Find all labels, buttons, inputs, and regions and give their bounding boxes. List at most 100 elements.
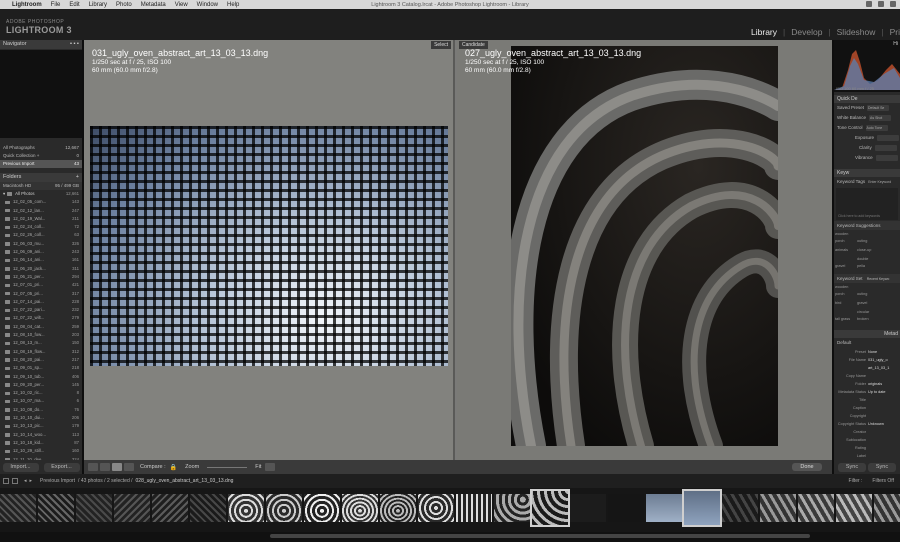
filmstrip-thumbnail[interactable] xyxy=(380,494,416,522)
metadata-value[interactable] xyxy=(868,372,900,380)
folder-item[interactable]: 12_10_08_do... 76 xyxy=(0,406,82,414)
folder-item[interactable]: 12_07_01_pri... 421 xyxy=(0,281,82,289)
filmstrip-thumbnail[interactable] xyxy=(570,494,606,522)
filmstrip-thumbnail[interactable] xyxy=(456,494,492,522)
metadata-value[interactable] xyxy=(868,404,900,412)
filmstrip-thumbnail[interactable] xyxy=(608,494,644,522)
metadata-row[interactable]: Copy Name xyxy=(834,372,900,380)
status-icon[interactable] xyxy=(866,1,872,7)
metadata-view-select[interactable]: Default xyxy=(837,338,851,348)
metadata-value[interactable] xyxy=(868,428,900,436)
folder-item[interactable]: 12_09_10_tub... 406 xyxy=(0,373,82,381)
metadata-value[interactable]: art_13_03_1 xyxy=(868,364,900,372)
metadata-row[interactable]: Title xyxy=(834,396,900,404)
filmstrip-thumbnail[interactable] xyxy=(798,494,834,522)
keyword-suggestion[interactable]: animals xyxy=(835,247,855,254)
module-slideshow[interactable]: Slideshow xyxy=(837,27,876,37)
keyword-entry-box[interactable]: Click here to add keywords xyxy=(836,188,898,220)
metadata-value[interactable]: Up to date xyxy=(868,388,900,396)
status-icon[interactable] xyxy=(890,1,896,7)
filmstrip-thumbnail[interactable] xyxy=(722,494,758,522)
filmstrip-thumbnail[interactable] xyxy=(152,494,188,522)
folder-item[interactable]: 12_10_10_dui... 206 xyxy=(0,414,82,422)
folders-header[interactable]: Folders + xyxy=(0,173,82,182)
compare-view-button[interactable] xyxy=(112,463,122,471)
grid-icon[interactable] xyxy=(12,478,18,484)
navigator-preview[interactable] xyxy=(0,50,82,138)
preset-row[interactable]: Preset None xyxy=(834,348,900,356)
keyword-suggestion[interactable]: wooden porch xyxy=(835,231,855,243)
keyword-suggestion[interactable]: gravel xyxy=(835,263,855,270)
module-library[interactable]: Library xyxy=(751,27,777,37)
folder-item[interactable]: 12_07_22_pari... 232 xyxy=(0,306,82,314)
metadata-value[interactable]: Unknown xyxy=(868,420,900,428)
filmstrip-thumbnail[interactable] xyxy=(682,489,722,527)
export-button[interactable]: Export... xyxy=(43,462,80,472)
folder-item[interactable]: 12_02_26_coll... 63 xyxy=(0,231,82,239)
catalog-all-photographs[interactable]: All Photographs 12,667 xyxy=(0,144,82,152)
folder-item[interactable]: 12_06_14_ani... 161 xyxy=(0,256,82,264)
folder-item[interactable]: 12_08_19_flow... 312 xyxy=(0,348,82,356)
metadata-row[interactable]: Copyright xyxy=(834,412,900,420)
metadata-row[interactable]: Copyright Status Unknown xyxy=(834,420,900,428)
folder-item[interactable]: 12_10_14_woo... 113 xyxy=(0,431,82,439)
white-balance-row[interactable]: White Balance As Shot xyxy=(834,113,900,123)
back-arrow-icon[interactable]: ◂ xyxy=(24,478,27,484)
folder-item[interactable]: 12_09_20_per... 145 xyxy=(0,381,82,389)
select-photo[interactable] xyxy=(90,126,448,366)
filmstrip-thumbnail[interactable] xyxy=(114,494,150,522)
keyword-set-item[interactable]: outing xyxy=(857,291,877,298)
filmstrip-source[interactable]: Previous Import xyxy=(40,478,75,484)
menu-lightroom[interactable]: Lightroom xyxy=(12,2,42,8)
vibrance-row[interactable]: Vibrance xyxy=(834,153,900,163)
folder-item[interactable]: 12_10_18_kid... 87 xyxy=(0,439,82,447)
keyword-set-item[interactable]: gravel xyxy=(857,300,877,307)
forward-arrow-icon[interactable]: ▸ xyxy=(30,478,33,484)
filmstrip-thumbnail[interactable] xyxy=(228,494,264,522)
menu-metadata[interactable]: Metadata xyxy=(141,2,166,8)
filmstrip-scrollbar-thumb[interactable] xyxy=(270,534,810,538)
folder-item[interactable]: 12_08_13_m... 150 xyxy=(0,339,82,347)
module-print[interactable]: Pri xyxy=(890,27,900,37)
folder-item[interactable]: 12_06_20_jack... 311 xyxy=(0,265,82,273)
grid-view-button[interactable] xyxy=(88,463,98,471)
folder-item[interactable]: 12_06_21_per... 294 xyxy=(0,273,82,281)
metadata-value[interactable]: None xyxy=(868,348,900,356)
filmstrip-thumbnail[interactable] xyxy=(874,494,900,522)
navigator-header[interactable]: Navigator ▪ ▪ ▪ xyxy=(0,40,82,49)
import-button[interactable]: Import... xyxy=(2,462,39,472)
folder-item[interactable]: 12_09_01_sp... 218 xyxy=(0,364,82,372)
volume-row[interactable]: Macintosh HD 95 / 499 GB xyxy=(0,182,82,190)
metadata-value[interactable] xyxy=(868,444,900,452)
done-button[interactable]: Done xyxy=(792,463,822,471)
filmstrip-thumbnail[interactable] xyxy=(494,494,530,522)
swap-button[interactable] xyxy=(265,463,276,471)
metadata-row[interactable]: art_13_03_1 xyxy=(834,364,900,372)
lock-icon[interactable]: 🔒 xyxy=(170,464,177,471)
quick-develop-header[interactable]: Quick De xyxy=(834,95,900,103)
module-develop[interactable]: Develop xyxy=(791,27,822,37)
navigator-zoom-options[interactable]: ▪ ▪ ▪ xyxy=(70,40,79,49)
filmstrip-thumbnail[interactable] xyxy=(342,494,378,522)
saved-preset-row[interactable]: Saved Preset Default Se xyxy=(834,103,900,113)
keyword-tags-select[interactable]: Enter Keyword xyxy=(868,177,891,187)
folder-item[interactable]: 12_08_20_pai... 217 xyxy=(0,356,82,364)
sync-metadata-button[interactable]: Sync xyxy=(838,462,866,472)
metadata-row[interactable]: Label xyxy=(834,452,900,460)
menu-edit[interactable]: Edit xyxy=(69,2,79,8)
keyword-suggestion[interactable]: double pella xyxy=(857,256,877,268)
catalog-previous-import[interactable]: Previous Import 43 xyxy=(0,160,82,168)
folder-item[interactable]: 12_10_29_still... 160 xyxy=(0,447,82,455)
filters-off-select[interactable]: Filters Off xyxy=(872,478,894,484)
clarity-row[interactable]: Clarity xyxy=(834,143,900,153)
white-balance-select[interactable]: As Shot xyxy=(869,115,892,121)
keyword-suggestion[interactable]: close-up xyxy=(857,247,877,254)
folder-item[interactable]: 12_08_10_fow... 203 xyxy=(0,331,82,339)
keyword-set-item[interactable]: circular broken xyxy=(857,309,877,321)
metadata-preset-row[interactable]: Default xyxy=(834,338,900,348)
catalog-quick-collection[interactable]: Quick Collection + 0 xyxy=(0,152,82,160)
select-pane[interactable]: Select 031_ugly_oven_abstract_art_13_03_… xyxy=(84,40,455,460)
folder-item[interactable]: 12_02_05_com... 143 xyxy=(0,198,82,206)
sync-settings-button[interactable]: Sync xyxy=(868,462,896,472)
filmstrip-thumbnail[interactable] xyxy=(266,494,302,522)
